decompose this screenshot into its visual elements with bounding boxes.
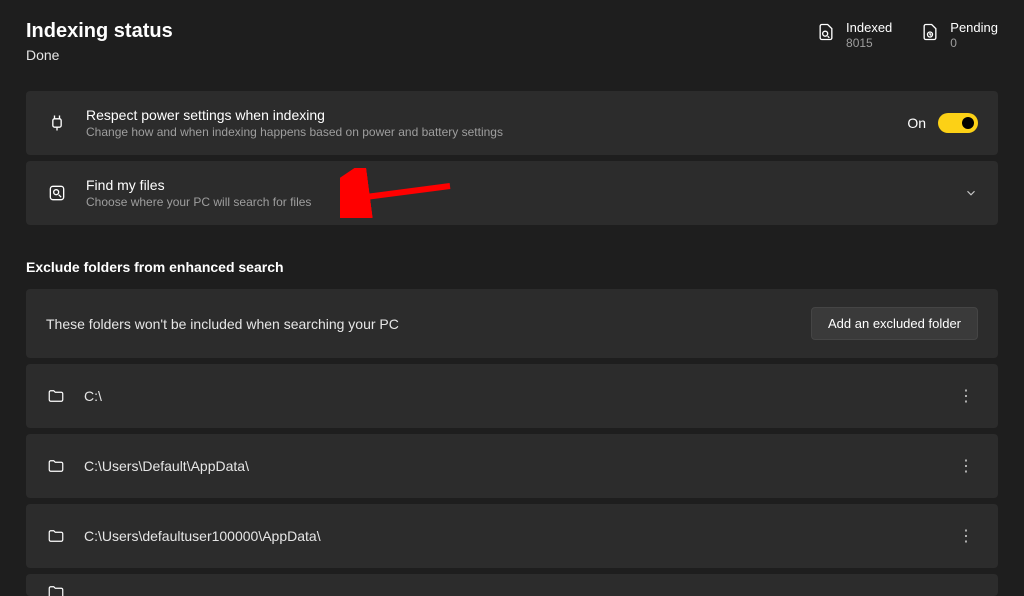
stat-pending-label: Pending <box>950 20 998 36</box>
exclude-info-row: These folders won't be included when sea… <box>26 289 998 358</box>
folder-path: C:\Users\Default\AppData\ <box>84 458 936 474</box>
power-plug-icon <box>46 112 68 134</box>
excluded-folder-row-partial <box>26 574 998 596</box>
setting-respect-power: Respect power settings when indexing Cha… <box>26 91 998 155</box>
exclude-heading: Exclude folders from enhanced search <box>26 259 998 275</box>
add-excluded-folder-button[interactable]: Add an excluded folder <box>811 307 978 340</box>
excluded-folder-row: C:\ ⋮ <box>26 364 998 428</box>
file-search-icon <box>816 22 836 42</box>
folder-icon <box>46 526 66 546</box>
status-header: Indexing status Done Indexed 8015 <box>26 20 998 63</box>
header-left: Indexing status Done <box>26 20 173 63</box>
excluded-folder-row: C:\Users\Default\AppData\ ⋮ <box>26 434 998 498</box>
folder-icon <box>46 582 66 596</box>
excluded-folder-row: C:\Users\defaultuser100000\AppData\ ⋮ <box>26 504 998 568</box>
folder-more-button[interactable]: ⋮ <box>954 454 978 478</box>
stat-indexed-label: Indexed <box>846 20 892 36</box>
toggle-state-label: On <box>907 115 926 131</box>
folder-more-button[interactable]: ⋮ <box>954 524 978 548</box>
stat-pending: Pending 0 <box>920 20 998 51</box>
folder-path: C:\ <box>84 388 936 404</box>
search-file-icon <box>46 182 68 204</box>
chevron-down-icon <box>964 186 978 200</box>
setting-find-my-files[interactable]: Find my files Choose where your PC will … <box>26 161 998 225</box>
file-clock-icon <box>920 22 940 42</box>
folder-icon <box>46 456 66 476</box>
folder-more-button[interactable]: ⋮ <box>954 384 978 408</box>
toggle-group: On <box>907 113 978 133</box>
setting-title: Find my files <box>86 177 946 193</box>
toggle-knob <box>962 117 974 129</box>
setting-desc: Choose where your PC will search for fil… <box>86 195 946 209</box>
setting-desc: Change how and when indexing happens bas… <box>86 125 889 139</box>
exclude-info-text: These folders won't be included when sea… <box>46 316 399 332</box>
folder-path: C:\Users\defaultuser100000\AppData\ <box>84 528 936 544</box>
stat-pending-value: 0 <box>950 36 998 51</box>
stat-indexed: Indexed 8015 <box>816 20 892 51</box>
page-title: Indexing status <box>26 20 173 43</box>
stat-indexed-value: 8015 <box>846 36 892 51</box>
setting-title: Respect power settings when indexing <box>86 107 889 123</box>
status-subtitle: Done <box>26 47 173 63</box>
folder-icon <box>46 386 66 406</box>
header-stats: Indexed 8015 Pending 0 <box>816 20 998 51</box>
respect-power-toggle[interactable] <box>938 113 978 133</box>
